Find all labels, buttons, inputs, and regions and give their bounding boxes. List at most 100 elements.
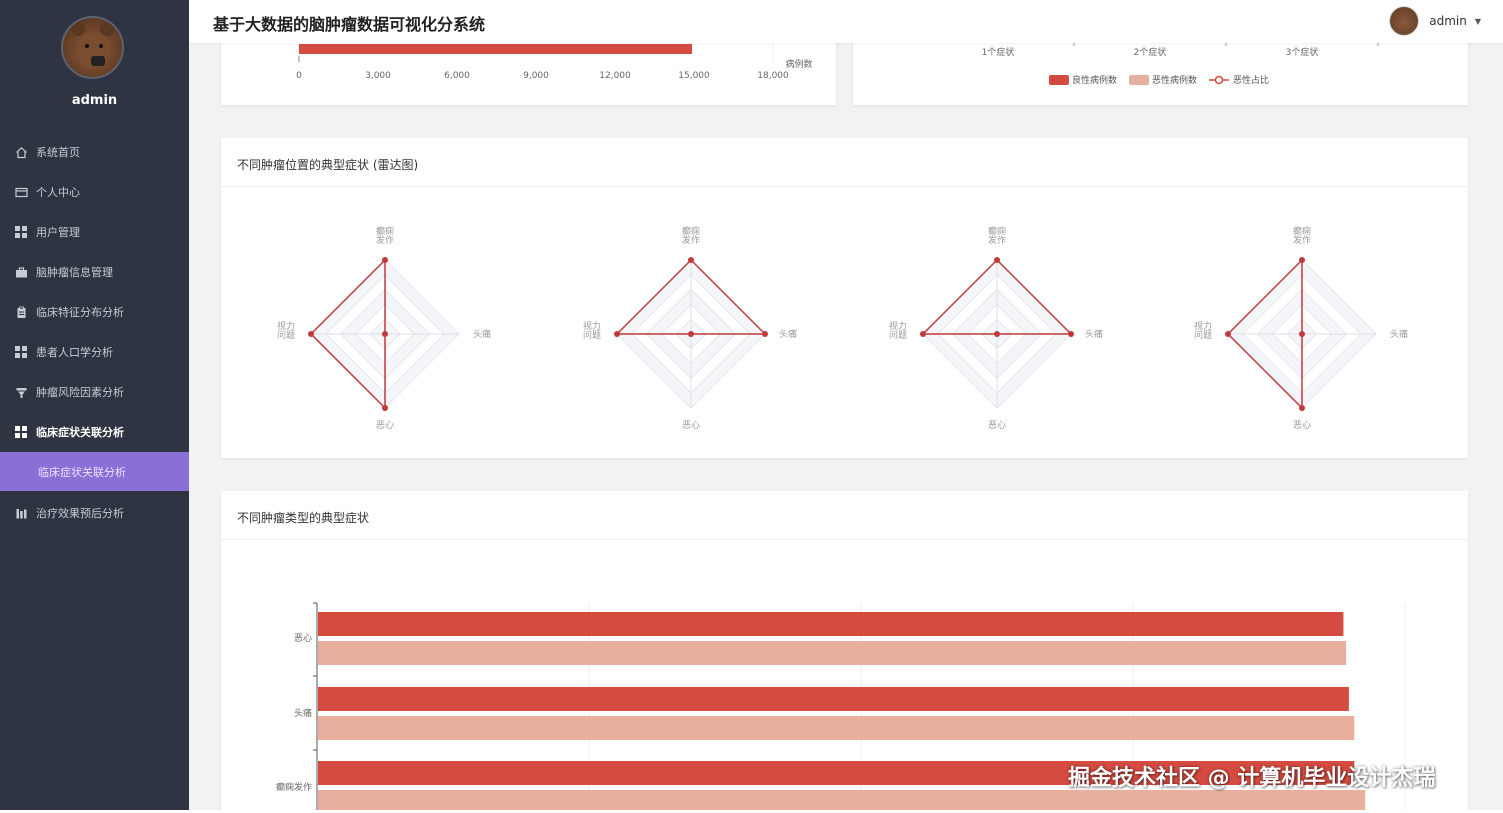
radar-indicator-label: 视力问题 <box>1194 320 1212 341</box>
filter-icon <box>14 385 28 399</box>
category-label: 恶心 <box>294 633 312 644</box>
radar-point[interactable] <box>382 331 388 337</box>
sidebar-item-clinical-distribution[interactable]: 临床特征分布分析 <box>0 292 189 332</box>
radar-chart[interactable]: 癫痫发作头痛恶心视力问题癫痫发作头痛恶心视力问题癫痫发作头痛恶心视力问题癫痫发作… <box>221 186 1468 456</box>
radar-point[interactable] <box>382 405 388 411</box>
radar-indicator-label: 头痛 <box>1390 328 1408 340</box>
radar-point[interactable] <box>994 257 1000 263</box>
radar-indicator-label: 癫痫发作 <box>988 225 1006 246</box>
user-menu[interactable]: admin ▼ <box>1389 5 1481 37</box>
category-label: 癫痫发作 <box>276 781 312 793</box>
tick-label: 15,000 <box>678 71 710 81</box>
sidebar-item-label: 脑肿瘤信息管理 <box>36 266 113 279</box>
tick-label: 12,000 <box>599 71 631 81</box>
radar-indicator-label: 恶心 <box>376 420 394 431</box>
sidebar-item-treatment-prognosis[interactable]: 治疗效果预后分析 <box>0 493 189 533</box>
radar-2[interactable]: 癫痫发作头痛恶心 视力问题 <box>583 225 797 431</box>
sidebar-menu: 系统首页 个人中心 用户管理 脑肿瘤信息管理 临床特征分布分析 患者人口学分析 … <box>0 132 189 533</box>
sidebar-item-home[interactable]: 系统首页 <box>0 132 189 172</box>
legend: 良性病例数 恶性病例数 恶性占比 <box>1049 74 1269 86</box>
category-label: 1个症状 <box>982 46 1015 58</box>
legend-item-benign[interactable]: 良性病例数 <box>1049 74 1117 86</box>
bar[interactable] <box>318 687 1349 711</box>
legend-item-malignant-ratio[interactable]: 恶性占比 <box>1209 74 1269 86</box>
sidebar-item-demographics[interactable]: 患者人口学分析 <box>0 332 189 372</box>
category-label: 3个症状 <box>1286 46 1319 58</box>
x-axis-label: 病例数 <box>785 58 812 70</box>
bar[interactable] <box>318 716 1355 740</box>
tick-label: 18,000 <box>757 71 789 81</box>
submenu-item-symptom-correlation[interactable]: 临床症状关联分析 <box>0 452 189 491</box>
header-username[interactable]: admin <box>1429 14 1467 28</box>
chevron-down-icon[interactable]: ▼ <box>1475 17 1481 26</box>
radar-indicator-label: 视力问题 <box>889 320 907 341</box>
radar-indicator-label: 头痛 <box>1085 328 1103 340</box>
radar-indicator-label: 癫痫发作 <box>376 225 394 246</box>
radar-point[interactable] <box>1299 257 1305 263</box>
radar-point[interactable] <box>1299 405 1305 411</box>
tick-label: 3,000 <box>365 71 391 81</box>
sidebar-item-profile[interactable]: 个人中心 <box>0 172 189 212</box>
radar-point[interactable] <box>382 257 388 263</box>
bar[interactable] <box>299 44 692 54</box>
briefcase-icon <box>14 265 28 279</box>
watermark: 掘金技术社区 @ 计算机毕业设计杰瑞 <box>1068 766 1436 791</box>
sidebar-item-label: 治疗效果预后分析 <box>36 507 124 520</box>
radar-indicator-label: 恶心 <box>1293 420 1311 431</box>
radar-point[interactable] <box>1299 331 1305 337</box>
sidebar-item-label: 临床症状关联分析 <box>36 426 124 439</box>
avatar[interactable] <box>1389 6 1420 36</box>
category-label: 2个症状 <box>1134 46 1167 58</box>
radar-point[interactable] <box>1225 331 1231 337</box>
legend-item-malignant[interactable]: 恶性病例数 <box>1129 74 1197 86</box>
bar-card-title: 不同肿瘤类型的典型症状 <box>237 511 370 525</box>
svg-text:恶性占比: 恶性占比 <box>1233 74 1269 86</box>
radar-indicator-label: 头痛 <box>779 328 797 340</box>
sidebar-item-tumor-info[interactable]: 脑肿瘤信息管理 <box>0 252 189 292</box>
radar-indicator-label: 视力问题 <box>583 320 601 341</box>
sidebar-item-label: 用户管理 <box>36 226 80 239</box>
radar-point[interactable] <box>1068 331 1074 337</box>
radar-chart-card: 不同肿瘤位置的典型症状 (雷达图) 癫痫发作头痛恶心 视力问题 癫痫发作头痛恶心 视力… <box>221 138 1468 458</box>
radar-point[interactable] <box>762 331 768 337</box>
radar-indicator-label: 癫痫发作 <box>1293 225 1311 246</box>
radar-point[interactable] <box>688 257 694 263</box>
radar-point[interactable] <box>614 331 620 337</box>
radar-card-title: 不同肿瘤位置的典型症状 (雷达图) <box>237 158 419 172</box>
sidebar-item-label: 临床特征分布分析 <box>36 306 124 319</box>
tick-label: 0 <box>296 71 302 81</box>
category-label: 头痛 <box>294 707 312 719</box>
radar-point[interactable] <box>688 331 694 337</box>
bar[interactable] <box>318 641 1347 665</box>
sidebar-item-label: 系统首页 <box>36 146 80 159</box>
tick-label: 6,000 <box>444 71 470 81</box>
grid-icon <box>14 425 28 439</box>
radar-indicator-label: 恶心 <box>682 420 700 431</box>
radar-point[interactable] <box>308 331 314 337</box>
sidebar-item-label: 患者人口学分析 <box>36 346 113 359</box>
clipboard-icon <box>14 305 28 319</box>
radar-3[interactable]: 癫痫发作头痛恶心 视力问题 <box>889 225 1103 431</box>
bar[interactable] <box>318 790 1366 810</box>
radar-indicator-label: 癫痫发作 <box>682 225 700 246</box>
top-header: 基于大数据的脑肿瘤数据可视化分系统 admin ▼ <box>189 0 1503 43</box>
sidebar-item-symptom-correlation[interactable]: 临床症状关联分析 <box>0 412 189 452</box>
radar-point[interactable] <box>920 331 926 337</box>
user-avatar[interactable] <box>61 16 124 79</box>
radar-4[interactable]: 癫痫发作头痛恶心 视力问题 <box>1194 225 1408 431</box>
svg-text:良性病例数: 良性病例数 <box>1072 74 1117 86</box>
id-card-icon <box>14 185 28 199</box>
grid-icon <box>14 345 28 359</box>
sidebar-item-users[interactable]: 用户管理 <box>0 212 189 252</box>
radar-1[interactable]: 癫痫发作头痛恶心 视力问题 <box>277 225 491 431</box>
sidebar-item-label: 肿瘤风险因素分析 <box>36 386 124 399</box>
svg-text:恶性病例数: 恶性病例数 <box>1152 74 1197 86</box>
bar-chart-icon <box>14 506 28 520</box>
sidebar-item-risk-factors[interactable]: 肿瘤风险因素分析 <box>0 372 189 412</box>
sidebar: admin 系统首页 个人中心 用户管理 脑肿瘤信息管理 临床特征分布分析 患者… <box>0 0 189 810</box>
radar-indicator-label: 视力问题 <box>277 320 295 341</box>
page-title: 基于大数据的脑肿瘤数据可视化分系统 <box>213 15 486 34</box>
grid-icon <box>14 225 28 239</box>
bar[interactable] <box>318 612 1344 636</box>
radar-point[interactable] <box>994 331 1000 337</box>
